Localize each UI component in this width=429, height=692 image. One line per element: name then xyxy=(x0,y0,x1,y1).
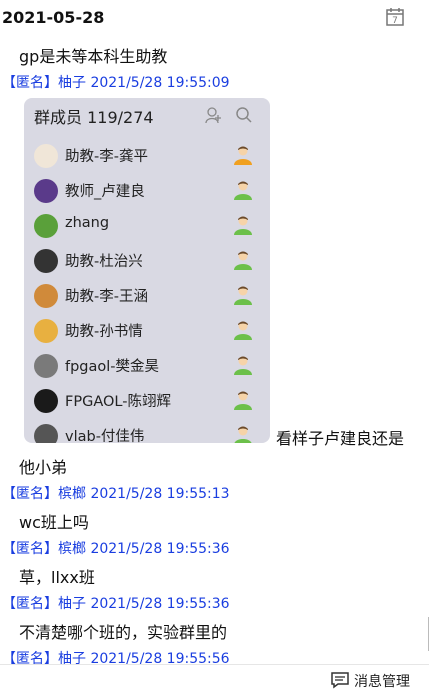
message-text-continued: 看样子卢建良还是 xyxy=(276,429,405,448)
member-row[interactable]: zhang xyxy=(24,208,270,243)
message-text: 不清楚哪个班的，实验群里的 xyxy=(19,623,228,642)
member-row[interactable]: fpgaol-樊金昊 xyxy=(24,348,270,383)
anon-tag: 【匿名】 xyxy=(2,75,58,91)
user-status-icon xyxy=(234,146,252,165)
user-status-icon xyxy=(234,216,252,235)
member-name: 教师_卢建良 xyxy=(65,184,145,200)
message-meta: 【匿名】柚子 2021/5/28 19:55:36 xyxy=(2,593,230,613)
anon-tag: 【匿名】 xyxy=(2,486,58,502)
member-row[interactable]: FPGAOL-陈翊辉 xyxy=(24,383,270,418)
member-name: 助教-李-王涵 xyxy=(65,289,148,305)
avatar xyxy=(34,179,58,203)
member-name: fpgaol-樊金昊 xyxy=(65,359,160,375)
message-manage-button[interactable]: 消息管理 xyxy=(354,671,410,691)
member-name: vlab-付佳伟 xyxy=(65,429,145,443)
member-name: 助教-杜治兴 xyxy=(65,254,143,270)
group-member-count: 群成员 119/274 xyxy=(34,108,154,127)
search-icon xyxy=(236,107,252,123)
avatar xyxy=(34,144,58,168)
avatar xyxy=(34,284,58,308)
group-member-screenshot[interactable]: 群成员 119/274 助教-李-龚平 教师_卢建良zhang 助教-杜治兴 助教-李… xyxy=(24,98,270,443)
calendar-icon[interactable]: 7 xyxy=(385,7,405,27)
svg-text:7: 7 xyxy=(392,16,398,26)
footer-bar: 消息管理 xyxy=(0,664,429,692)
member-name: 助教-孙书情 xyxy=(65,324,143,340)
sender-time: 槟榔 2021/5/28 19:55:13 xyxy=(58,486,230,502)
member-row[interactable]: 助教-李-王涵 xyxy=(24,278,270,313)
add-member-icon xyxy=(205,107,221,124)
avatar xyxy=(34,319,58,343)
user-status-icon xyxy=(234,356,252,375)
avatar xyxy=(34,249,58,273)
message-text: wc班上吗 xyxy=(19,513,89,532)
member-name: 助教-李-龚平 xyxy=(65,149,148,165)
member-row[interactable]: vlab-付佳伟 xyxy=(24,418,270,443)
message-text: gp是未等本科生助教 xyxy=(19,47,168,66)
date-label: 2021-05-28 xyxy=(2,8,105,27)
message-text: 草，llxx班 xyxy=(19,568,95,587)
avatar xyxy=(34,424,58,443)
user-status-icon xyxy=(234,321,252,340)
avatar xyxy=(34,389,58,413)
member-row[interactable]: 助教-孙书情 xyxy=(24,313,270,348)
user-status-icon xyxy=(234,391,252,410)
message-manage-icon[interactable] xyxy=(330,671,350,689)
user-status-icon xyxy=(234,426,252,443)
sender-time: 柚子 2021/5/28 19:55:09 xyxy=(58,75,230,91)
member-row[interactable]: 助教-李-龚平 xyxy=(24,138,270,173)
user-status-icon xyxy=(234,181,252,200)
sender-time: 柚子 2021/5/28 19:55:36 xyxy=(58,596,230,612)
sender-time: 槟榔 2021/5/28 19:55:36 xyxy=(58,541,230,557)
anon-tag: 【匿名】 xyxy=(2,596,58,612)
message-meta: 【匿名】柚子 2021/5/28 19:55:09 xyxy=(2,72,230,92)
member-name: FPGAOL-陈翊辉 xyxy=(65,394,171,410)
member-row[interactable]: 教师_卢建良 xyxy=(24,173,270,208)
date-header: 2021-05-28 7 xyxy=(0,0,429,36)
message-meta: 【匿名】槟榔 2021/5/28 19:55:13 xyxy=(2,483,230,503)
avatar xyxy=(34,214,58,238)
user-status-icon xyxy=(234,286,252,305)
message-meta: 【匿名】槟榔 2021/5/28 19:55:36 xyxy=(2,538,230,558)
member-name: zhang xyxy=(65,215,110,231)
member-row[interactable]: 助教-杜治兴 xyxy=(24,243,270,278)
anon-tag: 【匿名】 xyxy=(2,541,58,557)
user-status-icon xyxy=(234,251,252,270)
avatar xyxy=(34,354,58,378)
message-text: 他小弟 xyxy=(19,458,68,477)
